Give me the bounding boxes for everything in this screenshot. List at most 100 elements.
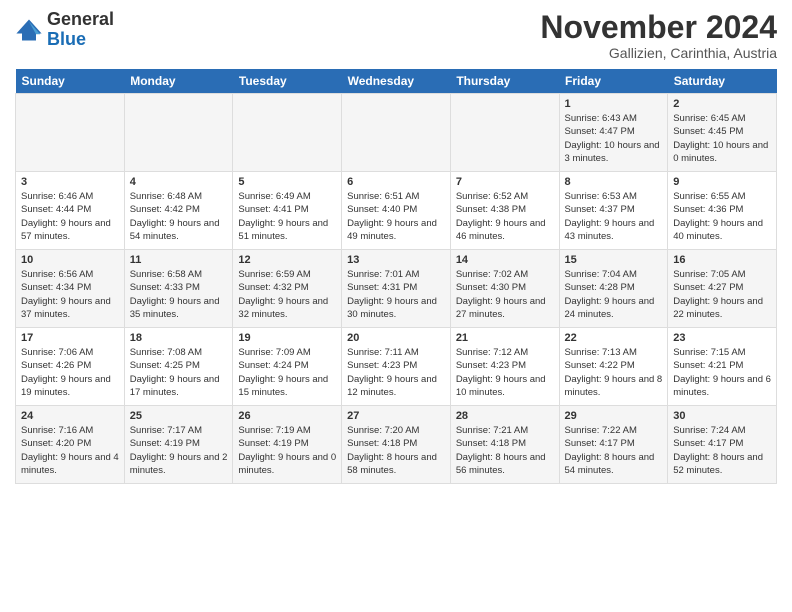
- calendar-day-cell: [233, 94, 342, 172]
- day-info: Sunrise: 7:09 AMSunset: 4:24 PMDaylight:…: [238, 347, 328, 398]
- day-number: 20: [347, 332, 445, 344]
- day-number: 24: [21, 410, 119, 422]
- day-number: 22: [565, 332, 663, 344]
- calendar-day-cell: 25 Sunrise: 7:17 AMSunset: 4:19 PMDaylig…: [124, 406, 233, 484]
- day-number: 15: [565, 254, 663, 266]
- header-wednesday: Wednesday: [342, 69, 451, 94]
- day-info: Sunrise: 6:53 AMSunset: 4:37 PMDaylight:…: [565, 191, 655, 242]
- calendar-day-cell: 15 Sunrise: 7:04 AMSunset: 4:28 PMDaylig…: [559, 250, 668, 328]
- day-info: Sunrise: 7:17 AMSunset: 4:19 PMDaylight:…: [130, 425, 228, 476]
- day-number: 7: [456, 176, 554, 188]
- day-number: 30: [673, 410, 771, 422]
- day-number: 1: [565, 98, 663, 110]
- day-number: 27: [347, 410, 445, 422]
- calendar-day-cell: 16 Sunrise: 7:05 AMSunset: 4:27 PMDaylig…: [668, 250, 777, 328]
- calendar-day-cell: 3 Sunrise: 6:46 AMSunset: 4:44 PMDayligh…: [16, 172, 125, 250]
- day-info: Sunrise: 7:12 AMSunset: 4:23 PMDaylight:…: [456, 347, 546, 398]
- calendar-day-cell: [342, 94, 451, 172]
- day-info: Sunrise: 6:49 AMSunset: 4:41 PMDaylight:…: [238, 191, 328, 242]
- day-info: Sunrise: 7:11 AMSunset: 4:23 PMDaylight:…: [347, 347, 437, 398]
- day-number: 29: [565, 410, 663, 422]
- day-info: Sunrise: 7:05 AMSunset: 4:27 PMDaylight:…: [673, 269, 763, 320]
- calendar-day-cell: 4 Sunrise: 6:48 AMSunset: 4:42 PMDayligh…: [124, 172, 233, 250]
- calendar-day-cell: 29 Sunrise: 7:22 AMSunset: 4:17 PMDaylig…: [559, 406, 668, 484]
- page: General Blue November 2024 Gallizien, Ca…: [0, 0, 792, 612]
- calendar-day-cell: 8 Sunrise: 6:53 AMSunset: 4:37 PMDayligh…: [559, 172, 668, 250]
- logo-icon: [15, 16, 43, 44]
- calendar-day-cell: 7 Sunrise: 6:52 AMSunset: 4:38 PMDayligh…: [450, 172, 559, 250]
- calendar-week-row: 10 Sunrise: 6:56 AMSunset: 4:34 PMDaylig…: [16, 250, 777, 328]
- header-monday: Monday: [124, 69, 233, 94]
- day-number: 18: [130, 332, 228, 344]
- calendar-day-cell: [124, 94, 233, 172]
- calendar-day-cell: 13 Sunrise: 7:01 AMSunset: 4:31 PMDaylig…: [342, 250, 451, 328]
- day-number: 25: [130, 410, 228, 422]
- header-friday: Friday: [559, 69, 668, 94]
- calendar-day-cell: 21 Sunrise: 7:12 AMSunset: 4:23 PMDaylig…: [450, 328, 559, 406]
- day-info: Sunrise: 7:02 AMSunset: 4:30 PMDaylight:…: [456, 269, 546, 320]
- day-info: Sunrise: 6:58 AMSunset: 4:33 PMDaylight:…: [130, 269, 220, 320]
- day-number: 23: [673, 332, 771, 344]
- day-info: Sunrise: 6:43 AMSunset: 4:47 PMDaylight:…: [565, 113, 660, 164]
- logo-general-text: General: [47, 9, 114, 29]
- day-info: Sunrise: 7:01 AMSunset: 4:31 PMDaylight:…: [347, 269, 437, 320]
- day-number: 12: [238, 254, 336, 266]
- calendar-week-row: 17 Sunrise: 7:06 AMSunset: 4:26 PMDaylig…: [16, 328, 777, 406]
- header-tuesday: Tuesday: [233, 69, 342, 94]
- day-info: Sunrise: 7:13 AMSunset: 4:22 PMDaylight:…: [565, 347, 663, 398]
- day-number: 2: [673, 98, 771, 110]
- calendar-day-cell: 27 Sunrise: 7:20 AMSunset: 4:18 PMDaylig…: [342, 406, 451, 484]
- day-info: Sunrise: 7:06 AMSunset: 4:26 PMDaylight:…: [21, 347, 111, 398]
- calendar-week-row: 1 Sunrise: 6:43 AMSunset: 4:47 PMDayligh…: [16, 94, 777, 172]
- calendar-day-cell: 24 Sunrise: 7:16 AMSunset: 4:20 PMDaylig…: [16, 406, 125, 484]
- day-number: 10: [21, 254, 119, 266]
- calendar-day-cell: 30 Sunrise: 7:24 AMSunset: 4:17 PMDaylig…: [668, 406, 777, 484]
- day-info: Sunrise: 6:59 AMSunset: 4:32 PMDaylight:…: [238, 269, 328, 320]
- calendar-day-cell: 23 Sunrise: 7:15 AMSunset: 4:21 PMDaylig…: [668, 328, 777, 406]
- day-info: Sunrise: 6:51 AMSunset: 4:40 PMDaylight:…: [347, 191, 437, 242]
- day-info: Sunrise: 6:55 AMSunset: 4:36 PMDaylight:…: [673, 191, 763, 242]
- day-info: Sunrise: 7:04 AMSunset: 4:28 PMDaylight:…: [565, 269, 655, 320]
- day-number: 5: [238, 176, 336, 188]
- day-info: Sunrise: 7:24 AMSunset: 4:17 PMDaylight:…: [673, 425, 763, 476]
- day-info: Sunrise: 6:48 AMSunset: 4:42 PMDaylight:…: [130, 191, 220, 242]
- calendar-day-cell: 5 Sunrise: 6:49 AMSunset: 4:41 PMDayligh…: [233, 172, 342, 250]
- calendar-week-row: 24 Sunrise: 7:16 AMSunset: 4:20 PMDaylig…: [16, 406, 777, 484]
- weekday-header-row: Sunday Monday Tuesday Wednesday Thursday…: [16, 69, 777, 94]
- calendar-day-cell: 28 Sunrise: 7:21 AMSunset: 4:18 PMDaylig…: [450, 406, 559, 484]
- calendar-day-cell: 9 Sunrise: 6:55 AMSunset: 4:36 PMDayligh…: [668, 172, 777, 250]
- calendar-day-cell: 26 Sunrise: 7:19 AMSunset: 4:19 PMDaylig…: [233, 406, 342, 484]
- day-number: 13: [347, 254, 445, 266]
- day-number: 26: [238, 410, 336, 422]
- header-thursday: Thursday: [450, 69, 559, 94]
- logo-blue-text: Blue: [47, 29, 86, 49]
- calendar-day-cell: 19 Sunrise: 7:09 AMSunset: 4:24 PMDaylig…: [233, 328, 342, 406]
- day-info: Sunrise: 6:56 AMSunset: 4:34 PMDaylight:…: [21, 269, 111, 320]
- day-number: 3: [21, 176, 119, 188]
- day-info: Sunrise: 7:22 AMSunset: 4:17 PMDaylight:…: [565, 425, 655, 476]
- month-title: November 2024: [540, 10, 777, 45]
- title-block: November 2024 Gallizien, Carinthia, Aust…: [540, 10, 777, 61]
- day-info: Sunrise: 6:46 AMSunset: 4:44 PMDaylight:…: [21, 191, 111, 242]
- day-number: 4: [130, 176, 228, 188]
- day-number: 6: [347, 176, 445, 188]
- day-info: Sunrise: 6:45 AMSunset: 4:45 PMDaylight:…: [673, 113, 768, 164]
- day-number: 17: [21, 332, 119, 344]
- day-number: 19: [238, 332, 336, 344]
- day-number: 9: [673, 176, 771, 188]
- day-number: 21: [456, 332, 554, 344]
- day-number: 28: [456, 410, 554, 422]
- day-info: Sunrise: 7:16 AMSunset: 4:20 PMDaylight:…: [21, 425, 119, 476]
- day-number: 16: [673, 254, 771, 266]
- calendar-day-cell: 11 Sunrise: 6:58 AMSunset: 4:33 PMDaylig…: [124, 250, 233, 328]
- day-number: 8: [565, 176, 663, 188]
- calendar-day-cell: 2 Sunrise: 6:45 AMSunset: 4:45 PMDayligh…: [668, 94, 777, 172]
- calendar-day-cell: [16, 94, 125, 172]
- calendar-day-cell: 14 Sunrise: 7:02 AMSunset: 4:30 PMDaylig…: [450, 250, 559, 328]
- calendar-day-cell: 17 Sunrise: 7:06 AMSunset: 4:26 PMDaylig…: [16, 328, 125, 406]
- calendar-day-cell: 6 Sunrise: 6:51 AMSunset: 4:40 PMDayligh…: [342, 172, 451, 250]
- calendar-week-row: 3 Sunrise: 6:46 AMSunset: 4:44 PMDayligh…: [16, 172, 777, 250]
- day-info: Sunrise: 6:52 AMSunset: 4:38 PMDaylight:…: [456, 191, 546, 242]
- header-sunday: Sunday: [16, 69, 125, 94]
- calendar-day-cell: 1 Sunrise: 6:43 AMSunset: 4:47 PMDayligh…: [559, 94, 668, 172]
